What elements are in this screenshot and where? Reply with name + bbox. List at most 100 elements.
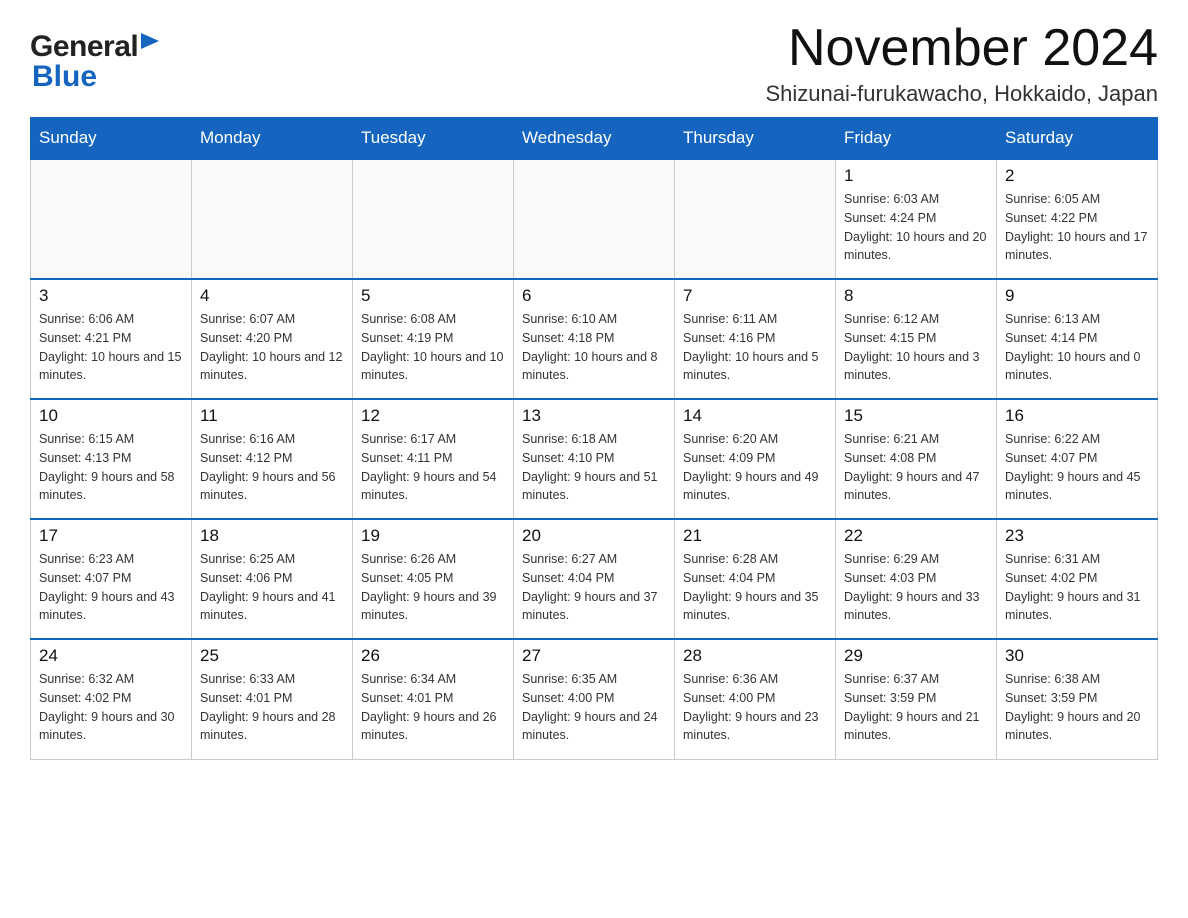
day-number: 20 xyxy=(522,526,666,546)
day-info: Sunrise: 6:11 AMSunset: 4:16 PMDaylight:… xyxy=(683,310,827,385)
calendar-cell: 25Sunrise: 6:33 AMSunset: 4:01 PMDayligh… xyxy=(192,639,353,759)
day-info: Sunrise: 6:28 AMSunset: 4:04 PMDaylight:… xyxy=(683,550,827,625)
calendar-cell: 29 Sunrise: 6:37 AMSunset: 3:59 PMDayligh… xyxy=(836,639,997,759)
calendar-cell: 27 Sunrise: 6:35 AMSunset: 4:00 PMDayligh… xyxy=(514,639,675,759)
calendar-cell: 5 Sunrise: 6:08 AMSunset: 4:19 PMDaylight… xyxy=(353,279,514,399)
day-info: Sunrise: 6:21 AMSunset: 4:08 PMDaylight:… xyxy=(844,430,988,505)
day-number: 7 xyxy=(683,286,827,306)
day-info: Sunrise: 6:16 AMSunset: 4:12 PMDaylight:… xyxy=(200,430,344,505)
day-info: Sunrise: 6:26 AMSunset: 4:05 PMDaylight:… xyxy=(361,550,505,625)
page-header: General Blue November 2024 Shizunai-furu… xyxy=(30,20,1158,107)
col-friday: Friday xyxy=(836,118,997,160)
calendar-cell: 11 Sunrise: 6:16 AMSunset: 4:12 PMDayligh… xyxy=(192,399,353,519)
day-number: 29 xyxy=(844,646,988,666)
calendar-header-row: Sunday Monday Tuesday Wednesday Thursday… xyxy=(31,118,1158,160)
day-info: Sunrise: 6:38 AMSunset: 3:59 PMDaylight:… xyxy=(1005,670,1149,745)
day-number: 15 xyxy=(844,406,988,426)
day-number: 25 xyxy=(200,646,344,666)
day-number: 24 xyxy=(39,646,183,666)
col-sunday: Sunday xyxy=(31,118,192,160)
calendar-cell: 15 Sunrise: 6:21 AMSunset: 4:08 PMDayligh… xyxy=(836,399,997,519)
calendar-cell: 21 Sunrise: 6:28 AMSunset: 4:04 PMDayligh… xyxy=(675,519,836,639)
day-info: Sunrise: 6:35 AMSunset: 4:00 PMDaylight:… xyxy=(522,670,666,745)
day-number: 14 xyxy=(683,406,827,426)
day-number: 8 xyxy=(844,286,988,306)
calendar-cell xyxy=(514,159,675,279)
calendar-week-row: 24 Sunrise: 6:32 AMSunset: 4:02 PMDayligh… xyxy=(31,639,1158,759)
day-info: Sunrise: 6:06 AMSunset: 4:21 PMDaylight:… xyxy=(39,310,183,385)
logo-flag-icon xyxy=(141,33,159,53)
day-info: Sunrise: 6:13 AMSunset: 4:14 PMDaylight:… xyxy=(1005,310,1149,385)
day-info: Sunrise: 6:34 AMSunset: 4:01 PMDaylight:… xyxy=(361,670,505,745)
day-info: Sunrise: 6:08 AMSunset: 4:19 PMDaylight:… xyxy=(361,310,505,385)
calendar-cell: 19 Sunrise: 6:26 AMSunset: 4:05 PMDayligh… xyxy=(353,519,514,639)
day-info: Sunrise: 6:36 AMSunset: 4:00 PMDaylight:… xyxy=(683,670,827,745)
day-number: 9 xyxy=(1005,286,1149,306)
calendar-cell xyxy=(353,159,514,279)
col-thursday: Thursday xyxy=(675,118,836,160)
day-info: Sunrise: 6:31 AMSunset: 4:02 PMDaylight:… xyxy=(1005,550,1149,625)
day-number: 16 xyxy=(1005,406,1149,426)
day-info: Sunrise: 6:29 AMSunset: 4:03 PMDaylight:… xyxy=(844,550,988,625)
day-number: 3 xyxy=(39,286,183,306)
calendar-table: Sunday Monday Tuesday Wednesday Thursday… xyxy=(30,117,1158,760)
calendar-cell: 16 Sunrise: 6:22 AMSunset: 4:07 PMDayligh… xyxy=(997,399,1158,519)
calendar-cell: 20Sunrise: 6:27 AMSunset: 4:04 PMDayligh… xyxy=(514,519,675,639)
calendar-cell: 24 Sunrise: 6:32 AMSunset: 4:02 PMDayligh… xyxy=(31,639,192,759)
day-number: 1 xyxy=(844,166,988,186)
day-number: 4 xyxy=(200,286,344,306)
day-number: 28 xyxy=(683,646,827,666)
location-subtitle: Shizunai-furukawacho, Hokkaido, Japan xyxy=(765,81,1158,107)
day-number: 5 xyxy=(361,286,505,306)
day-number: 10 xyxy=(39,406,183,426)
day-info: Sunrise: 6:03 AMSunset: 4:24 PMDaylight:… xyxy=(844,190,988,265)
day-number: 18 xyxy=(200,526,344,546)
calendar-cell: 12 Sunrise: 6:17 AMSunset: 4:11 PMDayligh… xyxy=(353,399,514,519)
calendar-cell xyxy=(192,159,353,279)
logo: General Blue xyxy=(30,20,159,94)
calendar-cell: 10Sunrise: 6:15 AMSunset: 4:13 PMDayligh… xyxy=(31,399,192,519)
calendar-cell: 4 Sunrise: 6:07 AMSunset: 4:20 PMDaylight… xyxy=(192,279,353,399)
day-info: Sunrise: 6:32 AMSunset: 4:02 PMDaylight:… xyxy=(39,670,183,745)
col-monday: Monday xyxy=(192,118,353,160)
day-number: 22 xyxy=(844,526,988,546)
day-number: 30 xyxy=(1005,646,1149,666)
calendar-cell: 28 Sunrise: 6:36 AMSunset: 4:00 PMDayligh… xyxy=(675,639,836,759)
title-block: November 2024 Shizunai-furukawacho, Hokk… xyxy=(765,20,1158,107)
calendar-cell: 2 Sunrise: 6:05 AMSunset: 4:22 PMDaylight… xyxy=(997,159,1158,279)
calendar-cell: 22 Sunrise: 6:29 AMSunset: 4:03 PMDayligh… xyxy=(836,519,997,639)
day-number: 2 xyxy=(1005,166,1149,186)
month-title: November 2024 xyxy=(765,20,1158,77)
day-number: 11 xyxy=(200,406,344,426)
calendar-cell: 3 Sunrise: 6:06 AMSunset: 4:21 PMDaylight… xyxy=(31,279,192,399)
calendar-cell: 8 Sunrise: 6:12 AMSunset: 4:15 PMDaylight… xyxy=(836,279,997,399)
calendar-week-row: 10Sunrise: 6:15 AMSunset: 4:13 PMDayligh… xyxy=(31,399,1158,519)
calendar-cell: 9 Sunrise: 6:13 AMSunset: 4:14 PMDaylight… xyxy=(997,279,1158,399)
day-number: 13 xyxy=(522,406,666,426)
day-info: Sunrise: 6:25 AMSunset: 4:06 PMDaylight:… xyxy=(200,550,344,625)
calendar-cell: 1 Sunrise: 6:03 AMSunset: 4:24 PMDaylight… xyxy=(836,159,997,279)
day-info: Sunrise: 6:22 AMSunset: 4:07 PMDaylight:… xyxy=(1005,430,1149,505)
day-info: Sunrise: 6:17 AMSunset: 4:11 PMDaylight:… xyxy=(361,430,505,505)
day-info: Sunrise: 6:07 AMSunset: 4:20 PMDaylight:… xyxy=(200,310,344,385)
day-number: 23 xyxy=(1005,526,1149,546)
day-number: 12 xyxy=(361,406,505,426)
calendar-cell: 14Sunrise: 6:20 AMSunset: 4:09 PMDayligh… xyxy=(675,399,836,519)
calendar-cell: 17 Sunrise: 6:23 AMSunset: 4:07 PMDayligh… xyxy=(31,519,192,639)
day-number: 6 xyxy=(522,286,666,306)
day-number: 21 xyxy=(683,526,827,546)
day-info: Sunrise: 6:18 AMSunset: 4:10 PMDaylight:… xyxy=(522,430,666,505)
calendar-cell: 18 Sunrise: 6:25 AMSunset: 4:06 PMDayligh… xyxy=(192,519,353,639)
day-number: 27 xyxy=(522,646,666,666)
day-info: Sunrise: 6:05 AMSunset: 4:22 PMDaylight:… xyxy=(1005,190,1149,265)
logo-general-text: General xyxy=(30,30,138,64)
day-info: Sunrise: 6:12 AMSunset: 4:15 PMDaylight:… xyxy=(844,310,988,385)
day-info: Sunrise: 6:23 AMSunset: 4:07 PMDaylight:… xyxy=(39,550,183,625)
calendar-cell: 7 Sunrise: 6:11 AMSunset: 4:16 PMDaylight… xyxy=(675,279,836,399)
day-number: 19 xyxy=(361,526,505,546)
day-info: Sunrise: 6:10 AMSunset: 4:18 PMDaylight:… xyxy=(522,310,666,385)
calendar-week-row: 3 Sunrise: 6:06 AMSunset: 4:21 PMDaylight… xyxy=(31,279,1158,399)
day-info: Sunrise: 6:37 AMSunset: 3:59 PMDaylight:… xyxy=(844,670,988,745)
day-number: 17 xyxy=(39,526,183,546)
col-wednesday: Wednesday xyxy=(514,118,675,160)
